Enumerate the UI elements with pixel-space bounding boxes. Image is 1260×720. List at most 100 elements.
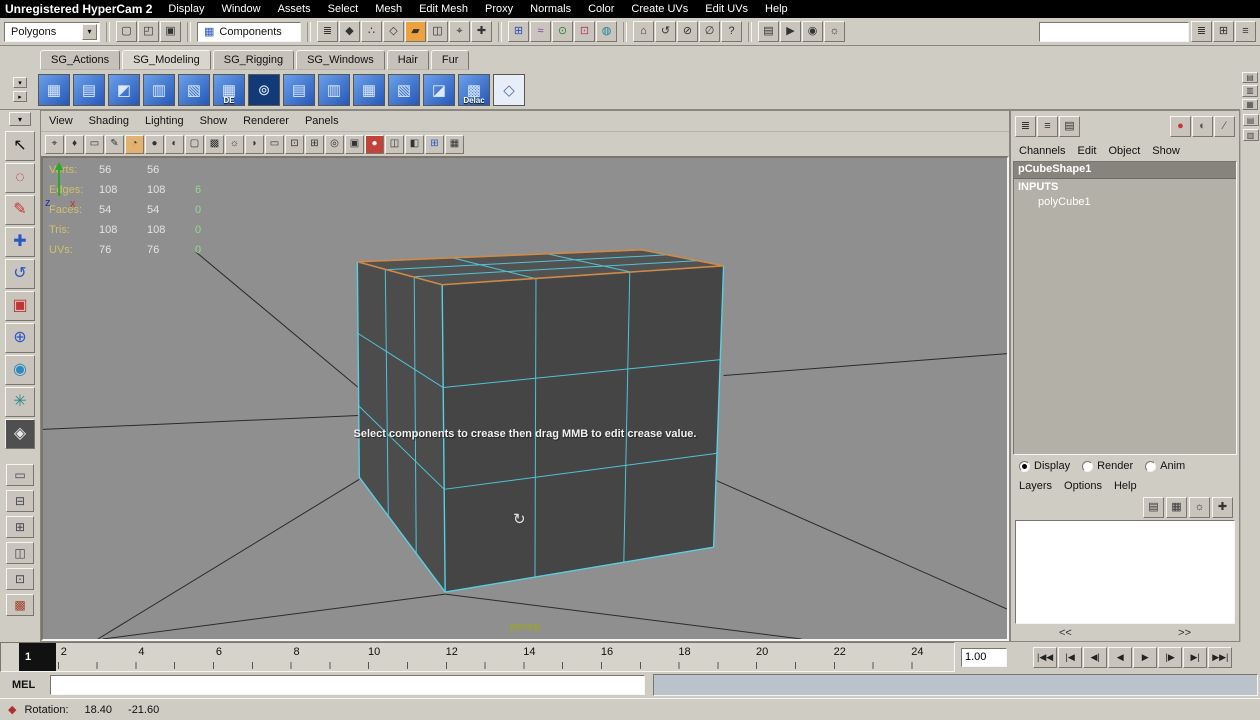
panel-menu-item[interactable]: Shading [89,115,129,127]
menubar-item[interactable]: Edit UVs [705,3,748,15]
menubar-item[interactable]: Display [168,3,204,15]
slash-icon[interactable]: ∕ [1214,115,1235,137]
shelf-sphere-icon[interactable]: ⊚ [248,73,280,106]
show-manipulator-tool[interactable]: ✳ [5,387,35,417]
shelf-overflow-icon[interactable]: ▸ [13,91,27,102]
lock-selection-icon[interactable]: ∅ [699,21,720,42]
channel-menu-item[interactable]: Object [1108,145,1140,157]
universal-manipulator-tool[interactable]: ⊕ [5,323,35,353]
camera-select-icon[interactable]: ⌖ [45,134,64,154]
snap-point-icon[interactable]: ⊙ [552,21,573,42]
menubar-item[interactable]: Select [328,3,359,15]
show-attribute-editor-icon[interactable]: ≣ [1191,21,1212,42]
grease-pencil-icon[interactable]: ✎ [105,134,124,154]
layout-persp-graph-button[interactable]: ⊡ [6,568,34,590]
panel-menu-item[interactable]: Show [200,115,228,127]
camera-bookmark-icon[interactable]: ♦ [65,134,84,154]
layer-list[interactable] [1015,520,1235,624]
scale-tool[interactable]: ▣ [5,291,35,321]
panel-menu-item[interactable]: Panels [305,115,339,127]
current-frame-marker[interactable]: 1 [19,643,56,671]
shaded-toggle-icon[interactable]: ◐ [1192,115,1213,137]
select-component-points-icon[interactable]: ∴ [361,21,382,42]
layer-lighting-icon[interactable]: ☼ [1189,496,1210,518]
shelf-bridge-icon[interactable]: ▧ [178,73,210,106]
step-forward-key-button[interactable]: ▶| [1183,646,1208,668]
texture-borders-icon[interactable]: ▦ [445,134,464,154]
render-current-frame-icon[interactable]: ▶ [780,21,801,42]
show-channel-box-icon[interactable]: ≡ [1235,21,1256,42]
numeric-input-field[interactable] [1039,21,1189,42]
channel-box-content[interactable]: pCubeShape1 INPUTS polyCube1 [1013,161,1237,455]
make-live-icon[interactable]: ◍ [596,21,617,42]
bounding-box-icon[interactable]: ▢ [185,134,204,154]
step-back-key-button[interactable]: |◀ [1058,646,1083,668]
display-radio[interactable]: Display [1019,460,1070,472]
pager-right-button[interactable]: >> [1178,627,1191,639]
select-tool[interactable]: ↖ [5,131,35,161]
time-slider[interactable]: 2 4 6 8 10 12 14 16 18 20 22 24 1 [0,642,955,672]
field-chart-icon[interactable]: ⊞ [305,134,324,154]
shelf-tab[interactable]: SG_Modeling [122,50,211,70]
select-component-faces-icon[interactable]: ▰ [405,21,426,42]
layer-new-from-selected-icon[interactable]: ▦ [1166,496,1187,518]
channel-menu-item[interactable]: Show [1152,145,1180,157]
shelf-menu-icon[interactable]: ▾ [13,77,27,88]
ipr-render-icon[interactable]: ◉ [802,21,823,42]
render-settings-icon[interactable]: ☼ [824,21,845,42]
shelf-crease-icon[interactable]: ◪ [423,73,455,106]
shelf-combine-icon[interactable]: ▤ [283,73,315,106]
step-forward-frame-button[interactable]: |▶ [1158,646,1183,668]
go-to-end-button[interactable]: ▶▶| [1208,646,1233,668]
film-gate-icon[interactable]: ▭ [265,134,284,154]
xray-icon[interactable]: ◫ [385,134,404,154]
channel-menu-item[interactable]: Edit [1077,145,1096,157]
select-object-icon[interactable]: ◆ [339,21,360,42]
shelf-merge-icon[interactable]: ▦ [353,73,385,106]
shelf-subdiv-proxy-icon[interactable]: ▤ [73,73,105,106]
shape-name-row[interactable]: pCubeShape1 [1014,162,1236,179]
menubar-item[interactable]: Normals [530,3,571,15]
move-tool[interactable]: ✚ [5,227,35,257]
shelf-extrude-icon[interactable]: ▥ [143,73,175,106]
play-backwards-button[interactable]: ◀ [1108,646,1133,668]
safe-action-icon[interactable]: ◎ [325,134,344,154]
menubar-item[interactable]: Mesh [375,3,402,15]
resolution-gate-icon[interactable]: ⊡ [285,134,304,154]
scene-open-icon[interactable]: ◰ [138,21,159,42]
shelf-de-icon[interactable]: ▦ DE [213,73,245,106]
shelf-tab[interactable]: SG_Rigging [212,50,295,70]
shelf-tab[interactable]: SG_Windows [296,50,385,70]
help-icon[interactable]: ? [721,21,742,42]
shelf-mirror-icon[interactable]: ▧ [388,73,420,106]
menu-set-dropdown[interactable]: Polygons ▾ [4,21,100,42]
scene-new-icon[interactable]: ▢ [116,21,137,42]
viewport-canvas[interactable]: Verts: 56 56 Edges: 108 108 6 Faces: 54 … [41,156,1009,641]
layer-new-empty-icon[interactable]: ▤ [1143,496,1164,518]
input-to-selected-icon[interactable]: ⌂ [633,21,654,42]
lights-icon[interactable]: ☼ [225,134,244,154]
soft-mod-tool[interactable]: ◉ [5,355,35,385]
crease-tool-current[interactable]: ◈ [5,419,35,449]
rotate-tool[interactable]: ↺ [5,259,35,289]
panel-toggle-1-icon[interactable]: ▤ [1242,114,1259,126]
panel-toggle-2-icon[interactable]: ▥ [1242,129,1259,141]
shelf-tab[interactable]: SG_Actions [40,50,121,70]
select-pivots-icon[interactable]: ⌖ [449,21,470,42]
grid-toggle-icon[interactable]: ⊞ [425,134,444,154]
shadows-icon[interactable]: ◗ [245,134,264,154]
menubar-item[interactable]: Assets [278,3,311,15]
render-view-icon[interactable]: ▤ [758,21,779,42]
wireframe-icon[interactable]: ◔ [125,134,144,154]
mel-command-input[interactable] [50,675,645,695]
snap-plane-icon[interactable]: ⊡ [574,21,595,42]
toolbox-menu-button[interactable]: ▾ [9,112,31,126]
layer-editor-tab-icon[interactable]: ≡ [1037,115,1058,137]
menubar-item[interactable]: Create UVs [631,3,688,15]
snap-curve-icon[interactable]: ≈ [530,21,551,42]
menubar-item[interactable]: Edit Mesh [419,3,468,15]
default-material-icon[interactable]: ● [365,134,384,154]
select-highlight-icon[interactable]: ● [1170,115,1191,137]
current-time-field[interactable] [961,647,1007,667]
panel-menu-item[interactable]: View [49,115,73,127]
